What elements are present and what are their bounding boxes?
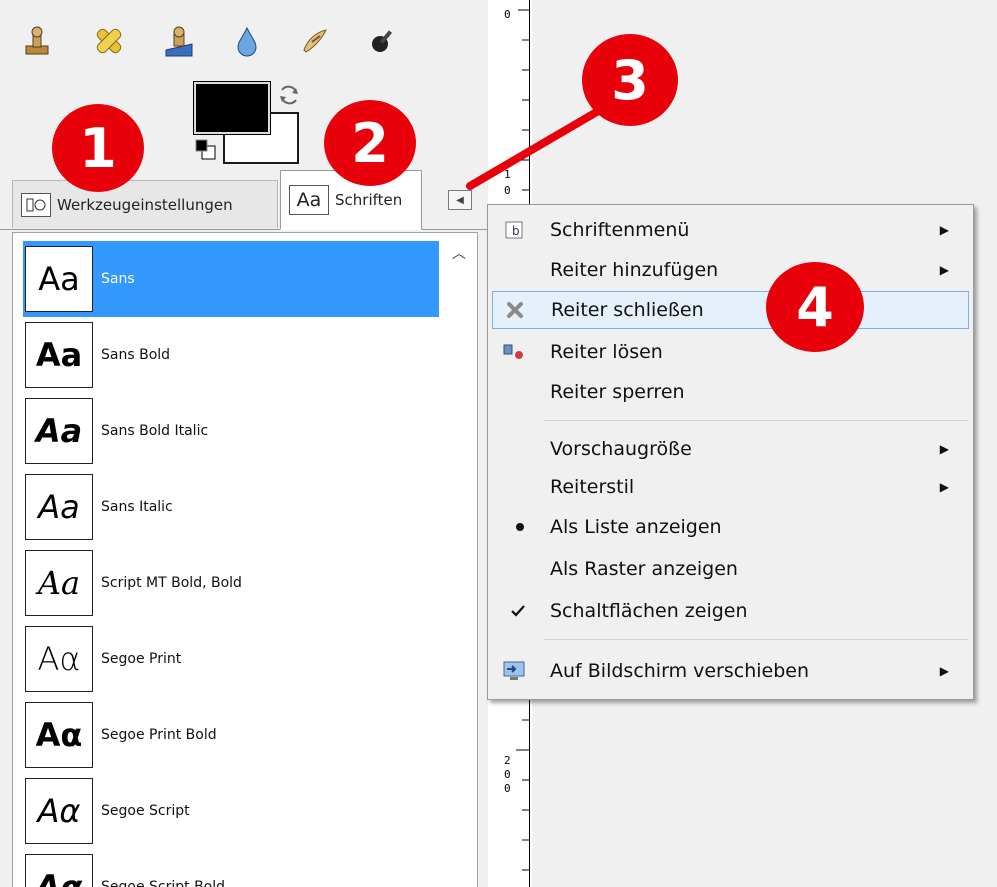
menu-item-label: Reiter hinzufügen: [550, 259, 719, 281]
font-preview: Aa: [25, 398, 93, 464]
font-name: Sans Bold: [101, 347, 171, 363]
swap-colors-icon[interactable]: [276, 82, 302, 108]
submenu-arrow-icon: ▶: [939, 263, 949, 277]
font-preview: Aα: [25, 778, 93, 844]
list-item[interactable]: Aa Sans Bold Italic: [23, 393, 439, 469]
font-list-scrollbar[interactable]: ︿: [443, 235, 475, 885]
menu-separator: [544, 639, 968, 640]
font-preview: Aa: [25, 550, 93, 616]
menu-item-label: Reiter sperren: [550, 381, 685, 403]
menu-item-label: Reiterstil: [550, 476, 635, 498]
ruler-label: 0: [504, 768, 511, 781]
dock-context-menu: b Schriftenmenü ▶ Reiter hinzufügen ▶ Re…: [487, 204, 974, 700]
menu-item-label: Reiter schließen: [551, 299, 704, 321]
default-colors-icon[interactable]: [194, 138, 218, 162]
font-name: Sans: [101, 271, 135, 287]
font-name: Segoe Print Bold: [101, 727, 217, 743]
perspective-clone-icon[interactable]: [160, 22, 198, 60]
menu-item-tab-style[interactable]: Reiterstil ▶: [492, 468, 969, 506]
list-item[interactable]: Aα Segoe Script: [23, 773, 439, 849]
menu-item-fonts-menu[interactable]: b Schriftenmenü ▶: [492, 211, 969, 249]
menu-item-label: Als Raster anzeigen: [550, 558, 738, 580]
ruler-label: 2: [504, 754, 511, 767]
list-item[interactable]: Aα Segoe Script Bold: [23, 849, 439, 887]
menu-item-show-buttons[interactable]: Schaltflächen zeigen: [492, 592, 969, 630]
radio-selected-icon: [508, 515, 532, 539]
menu-item-view-as-list[interactable]: Als Liste anzeigen: [492, 508, 969, 546]
close-tab-icon: [503, 298, 527, 322]
list-item[interactable]: Aa Sans: [23, 241, 439, 317]
svg-text:b: b: [512, 224, 520, 238]
fonts-icon: Aa: [289, 185, 329, 215]
font-name: Segoe Print: [101, 651, 182, 667]
font-preview: Aα: [25, 702, 93, 768]
font-list: Aa Sans Aa Sans Bold Aa Sans Bold Italic…: [12, 232, 478, 887]
list-item[interactable]: Aα Segoe Print: [23, 621, 439, 697]
menu-item-label: Auf Bildschirm verschieben: [550, 660, 810, 682]
menu-item-move-to-screen[interactable]: Auf Bildschirm verschieben ▶: [492, 652, 969, 690]
menu-item-label: Schriftenmenü: [550, 219, 690, 241]
triangle-left-icon: ◀: [456, 194, 464, 206]
monitor-icon: [502, 659, 526, 683]
font-name: Segoe Script Bold: [101, 879, 226, 887]
menu-item-view-as-grid[interactable]: Als Raster anzeigen: [492, 550, 969, 588]
font-preview: Aa: [25, 322, 93, 388]
gimp-window: Werkzeugeinstellungen Aa Schriften ◀ Aa …: [0, 0, 997, 887]
menu-item-label: Als Liste anzeigen: [550, 516, 722, 538]
menu-item-detach-tab[interactable]: Reiter lösen: [492, 333, 969, 371]
dodge-burn-icon[interactable]: [364, 22, 402, 60]
ruler-label: 0: [504, 8, 511, 21]
ruler-label: 1: [504, 168, 511, 181]
chevron-up-icon[interactable]: ︿: [451, 243, 467, 262]
font-preview: Aa: [25, 474, 93, 540]
detach-tab-icon: [502, 340, 526, 364]
ruler-label: 0: [504, 184, 511, 197]
checkmark-icon: [506, 599, 530, 623]
callout-badge-2: 2: [324, 100, 416, 186]
blur-sharpen-icon[interactable]: [228, 22, 266, 60]
menu-item-label: Schaltflächen zeigen: [550, 600, 748, 622]
font-preview: Aa: [25, 246, 93, 312]
dock-menu-button[interactable]: ◀: [448, 190, 472, 210]
callout-badge-3: 3: [582, 34, 678, 126]
list-item[interactable]: Aα Segoe Print Bold: [23, 697, 439, 773]
menu-item-label: Vorschaugröße: [550, 438, 692, 460]
smudge-icon[interactable]: [296, 22, 334, 60]
tab-tool-options-label: Werkzeugeinstellungen: [57, 195, 233, 214]
submenu-arrow-icon: ▶: [939, 223, 949, 237]
callout-badge-1: 1: [52, 104, 144, 192]
tab-tool-options[interactable]: Werkzeugeinstellungen: [12, 180, 278, 228]
menu-separator: [544, 420, 968, 421]
submenu-arrow-icon: ▶: [939, 480, 949, 494]
menu-item-label: Reiter lösen: [550, 341, 663, 363]
list-item[interactable]: Aa Sans Bold: [23, 317, 439, 393]
menu-item-add-tab[interactable]: Reiter hinzufügen ▶: [492, 251, 969, 289]
clone-stamp-icon[interactable]: [18, 22, 56, 60]
font-name: Sans Bold Italic: [101, 423, 209, 439]
font-name: Sans Italic: [101, 499, 173, 515]
font-name: Segoe Script: [101, 803, 190, 819]
color-selector: [190, 80, 315, 166]
font-preview: Aα: [25, 854, 93, 887]
font-preview: Aα: [25, 626, 93, 692]
submenu-arrow-icon: ▶: [939, 664, 949, 678]
font-name: Script MT Bold, Bold: [101, 575, 242, 591]
tool-options-icon: [21, 192, 51, 217]
menu-item-preview-size[interactable]: Vorschaugröße ▶: [492, 430, 969, 468]
submenu-arrow-icon: ▶: [939, 442, 949, 456]
tab-fonts-label: Schriften: [335, 191, 403, 209]
heal-icon[interactable]: [90, 22, 128, 60]
list-item[interactable]: Aa Sans Italic: [23, 469, 439, 545]
list-item[interactable]: Aa Script MT Bold, Bold: [23, 545, 439, 621]
callout-badge-4: 4: [766, 262, 864, 352]
ruler-label: 0: [504, 782, 511, 795]
menu-item-lock-tab[interactable]: Reiter sperren: [492, 373, 969, 411]
menu-item-close-tab[interactable]: Reiter schließen: [492, 291, 969, 329]
foreground-color-swatch[interactable]: [193, 81, 271, 135]
fonts-menu-icon: b: [502, 218, 526, 242]
